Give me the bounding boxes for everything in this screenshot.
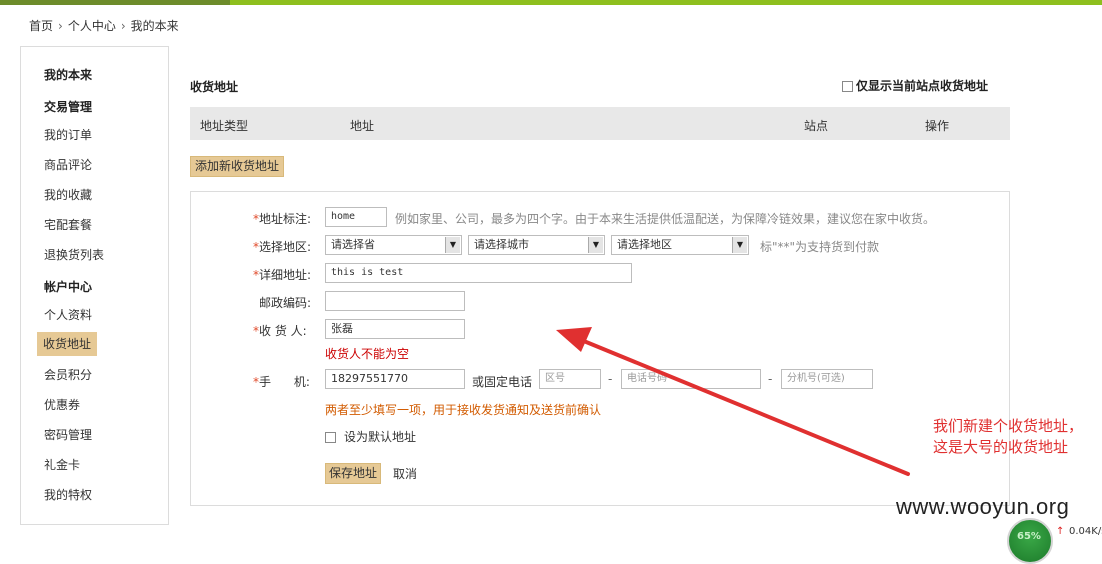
upload-arrow-icon: ↑ [1056, 526, 1065, 537]
annotation-line-2: 这是大号的收货地址 [933, 438, 1069, 456]
watermark: www.wooyun.org [896, 494, 1070, 519]
speed-percent: 65% [1017, 531, 1041, 542]
annotation-arrow-shaft [572, 335, 910, 476]
annotation-arrow-head [556, 327, 592, 352]
annotation-line-1: 我们新建个收货地址， [933, 417, 1084, 435]
net-rate: 0.04K/s [1069, 526, 1102, 537]
annotation-text: 我们新建个收货地址， 这是大号的收货地址 [933, 416, 1083, 458]
speed-widget[interactable]: 65% [1007, 518, 1053, 564]
